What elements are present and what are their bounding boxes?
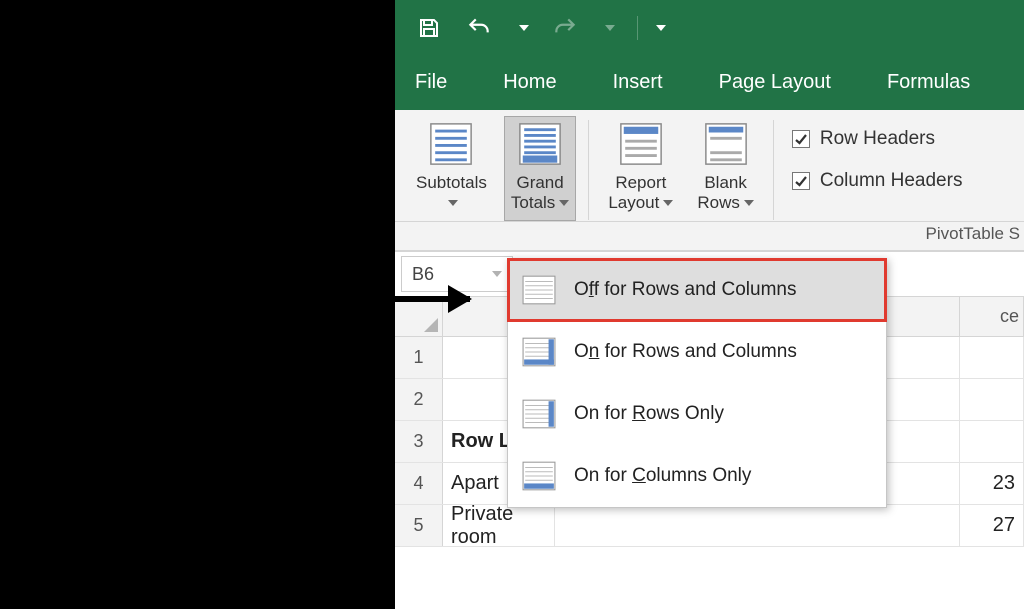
ribbon-tabs: File Home Insert Page Layout Formulas: [395, 55, 1024, 110]
table-row: 5 Private room 27: [395, 505, 1024, 547]
redo-dropdown-icon[interactable]: [605, 25, 615, 31]
subtotals-button[interactable]: Subtotals: [409, 116, 494, 221]
cell[interactable]: [960, 379, 1024, 420]
row-header[interactable]: 4: [395, 463, 443, 504]
blank-rows-button[interactable]: BlankRows: [690, 116, 761, 221]
report-layout-label: ReportLayout: [608, 173, 666, 212]
menu-on-cols-only[interactable]: On for Columns Only: [508, 445, 886, 507]
subtotals-label: Subtotals: [416, 173, 487, 192]
customize-qat-icon[interactable]: [656, 25, 666, 31]
ribbon-group-label: PivotTable S: [395, 222, 1024, 251]
tab-file[interactable]: File: [401, 55, 475, 110]
quick-access-toolbar: [395, 0, 1024, 55]
grand-totals-icon: [517, 121, 563, 167]
blank-rows-label: BlankRows: [697, 173, 747, 212]
menu-label: On for Rows Only: [574, 403, 724, 425]
row-header[interactable]: 5: [395, 505, 443, 546]
ribbon: Subtotals GrandTotals ReportLayout Blank…: [395, 110, 1024, 222]
blank-rows-icon: [703, 121, 749, 167]
report-layout-button[interactable]: ReportLayout: [601, 116, 680, 221]
tab-pagelayout[interactable]: Page Layout: [691, 55, 859, 110]
table-on-rows-icon: [522, 399, 556, 429]
ribbon-separator: [588, 120, 589, 220]
subtotals-icon: [428, 121, 474, 167]
excel-window: File Home Insert Page Layout Formulas Su…: [395, 0, 1024, 609]
chevron-down-icon: [492, 271, 502, 277]
column-headers-label: Column Headers: [820, 170, 963, 192]
menu-off-rows-cols[interactable]: Off for Rows and Columns: [508, 259, 886, 321]
checkmark-icon: [792, 130, 810, 148]
headers-options: Row Headers Column Headers: [780, 116, 971, 200]
ribbon-separator-2: [773, 120, 774, 220]
table-off-icon: [522, 275, 556, 305]
cell[interactable]: 27: [960, 505, 1024, 546]
row-header[interactable]: 2: [395, 379, 443, 420]
table-on-cols-icon: [522, 461, 556, 491]
checkmark-icon: [792, 172, 810, 190]
grand-totals-menu: Off for Rows and Columns On for Rows and…: [507, 258, 887, 508]
cell[interactable]: 23: [960, 463, 1024, 504]
grand-totals-button[interactable]: GrandTotals: [504, 116, 576, 221]
cell[interactable]: Private room: [443, 505, 555, 546]
cell[interactable]: [960, 421, 1024, 462]
tab-formulas[interactable]: Formulas: [859, 55, 998, 110]
save-icon[interactable]: [415, 14, 443, 42]
row-headers-label: Row Headers: [820, 128, 935, 150]
row-header[interactable]: 3: [395, 421, 443, 462]
cell[interactable]: [555, 505, 960, 546]
menu-label: On for Rows and Columns: [574, 341, 797, 363]
tab-home[interactable]: Home: [475, 55, 584, 110]
row-headers-checkbox[interactable]: Row Headers: [792, 128, 963, 150]
row-header[interactable]: 1: [395, 337, 443, 378]
cell[interactable]: [960, 337, 1024, 378]
name-box-value: B6: [412, 264, 434, 285]
undo-dropdown-icon[interactable]: [519, 25, 529, 31]
qat-separator: [637, 16, 638, 40]
undo-icon[interactable]: [465, 14, 493, 42]
tab-insert[interactable]: Insert: [585, 55, 691, 110]
menu-label: On for Columns Only: [574, 465, 751, 487]
grand-totals-label: GrandTotals: [511, 173, 564, 212]
col-header[interactable]: ce: [960, 297, 1024, 336]
table-on-both-icon: [522, 337, 556, 367]
menu-on-rows-only[interactable]: On for Rows Only: [508, 383, 886, 445]
menu-on-rows-cols[interactable]: On for Rows and Columns: [508, 321, 886, 383]
report-layout-icon: [618, 121, 664, 167]
redo-icon[interactable]: [551, 14, 579, 42]
callout-arrow: [310, 296, 470, 302]
select-all-corner[interactable]: [395, 297, 443, 336]
menu-label: Off for Rows and Columns: [574, 279, 796, 301]
column-headers-checkbox[interactable]: Column Headers: [792, 170, 963, 192]
